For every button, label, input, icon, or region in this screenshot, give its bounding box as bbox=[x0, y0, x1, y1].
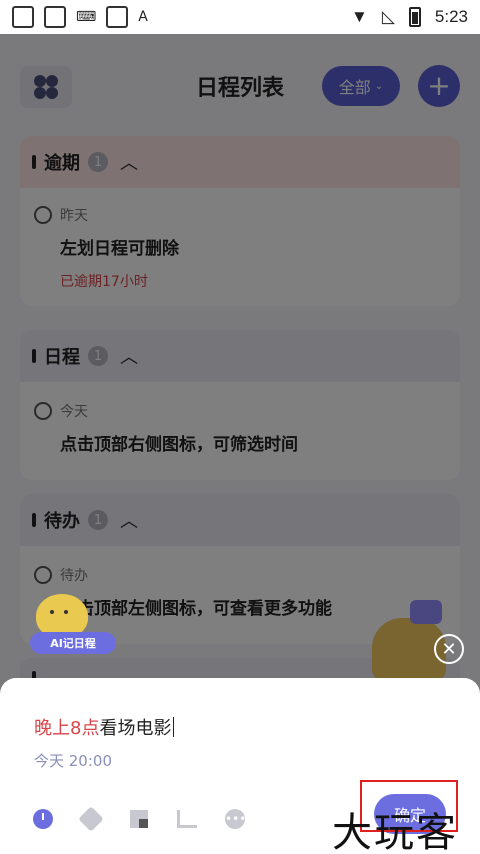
keyboard-icon: ⌨ bbox=[76, 9, 97, 25]
time-tool[interactable] bbox=[32, 808, 54, 830]
input-text: 看场电影 bbox=[99, 718, 172, 739]
notification-icon bbox=[12, 6, 34, 28]
close-icon[interactable]: ✕ bbox=[434, 634, 464, 664]
schedule-input[interactable]: 晚上8点看场电影 bbox=[34, 714, 175, 740]
watermark: 大玩客 bbox=[332, 810, 458, 854]
text-cursor bbox=[173, 717, 175, 737]
subtask-icon bbox=[177, 810, 197, 828]
ai-label: AI记日程 bbox=[30, 632, 116, 654]
status-time: 5:23 bbox=[434, 7, 468, 26]
clock-icon bbox=[33, 809, 53, 829]
status-bar: ⌨ A ▼ ◺ 5:23 bbox=[0, 0, 480, 34]
font-icon: A bbox=[138, 9, 148, 25]
more-icon: ••• bbox=[225, 809, 246, 829]
input-time-token: 晚上8点 bbox=[34, 718, 100, 739]
no-signal-icon: ◺ bbox=[381, 7, 395, 26]
battery-icon bbox=[408, 7, 421, 27]
subtask-tool[interactable] bbox=[176, 808, 198, 830]
notification-icon bbox=[44, 6, 66, 28]
toolbar: ••• bbox=[32, 806, 246, 832]
wifi-icon: ▼ bbox=[351, 7, 368, 26]
notification-icon bbox=[106, 6, 129, 28]
category-tool[interactable] bbox=[128, 808, 150, 830]
date-hint: 今天 20:00 bbox=[34, 752, 112, 770]
ai-schedule-button[interactable]: AI记日程 bbox=[24, 594, 116, 658]
more-tool[interactable]: ••• bbox=[224, 808, 246, 830]
tag-tool[interactable] bbox=[78, 806, 104, 832]
grid-icon bbox=[130, 810, 148, 828]
tag-icon bbox=[78, 806, 104, 832]
